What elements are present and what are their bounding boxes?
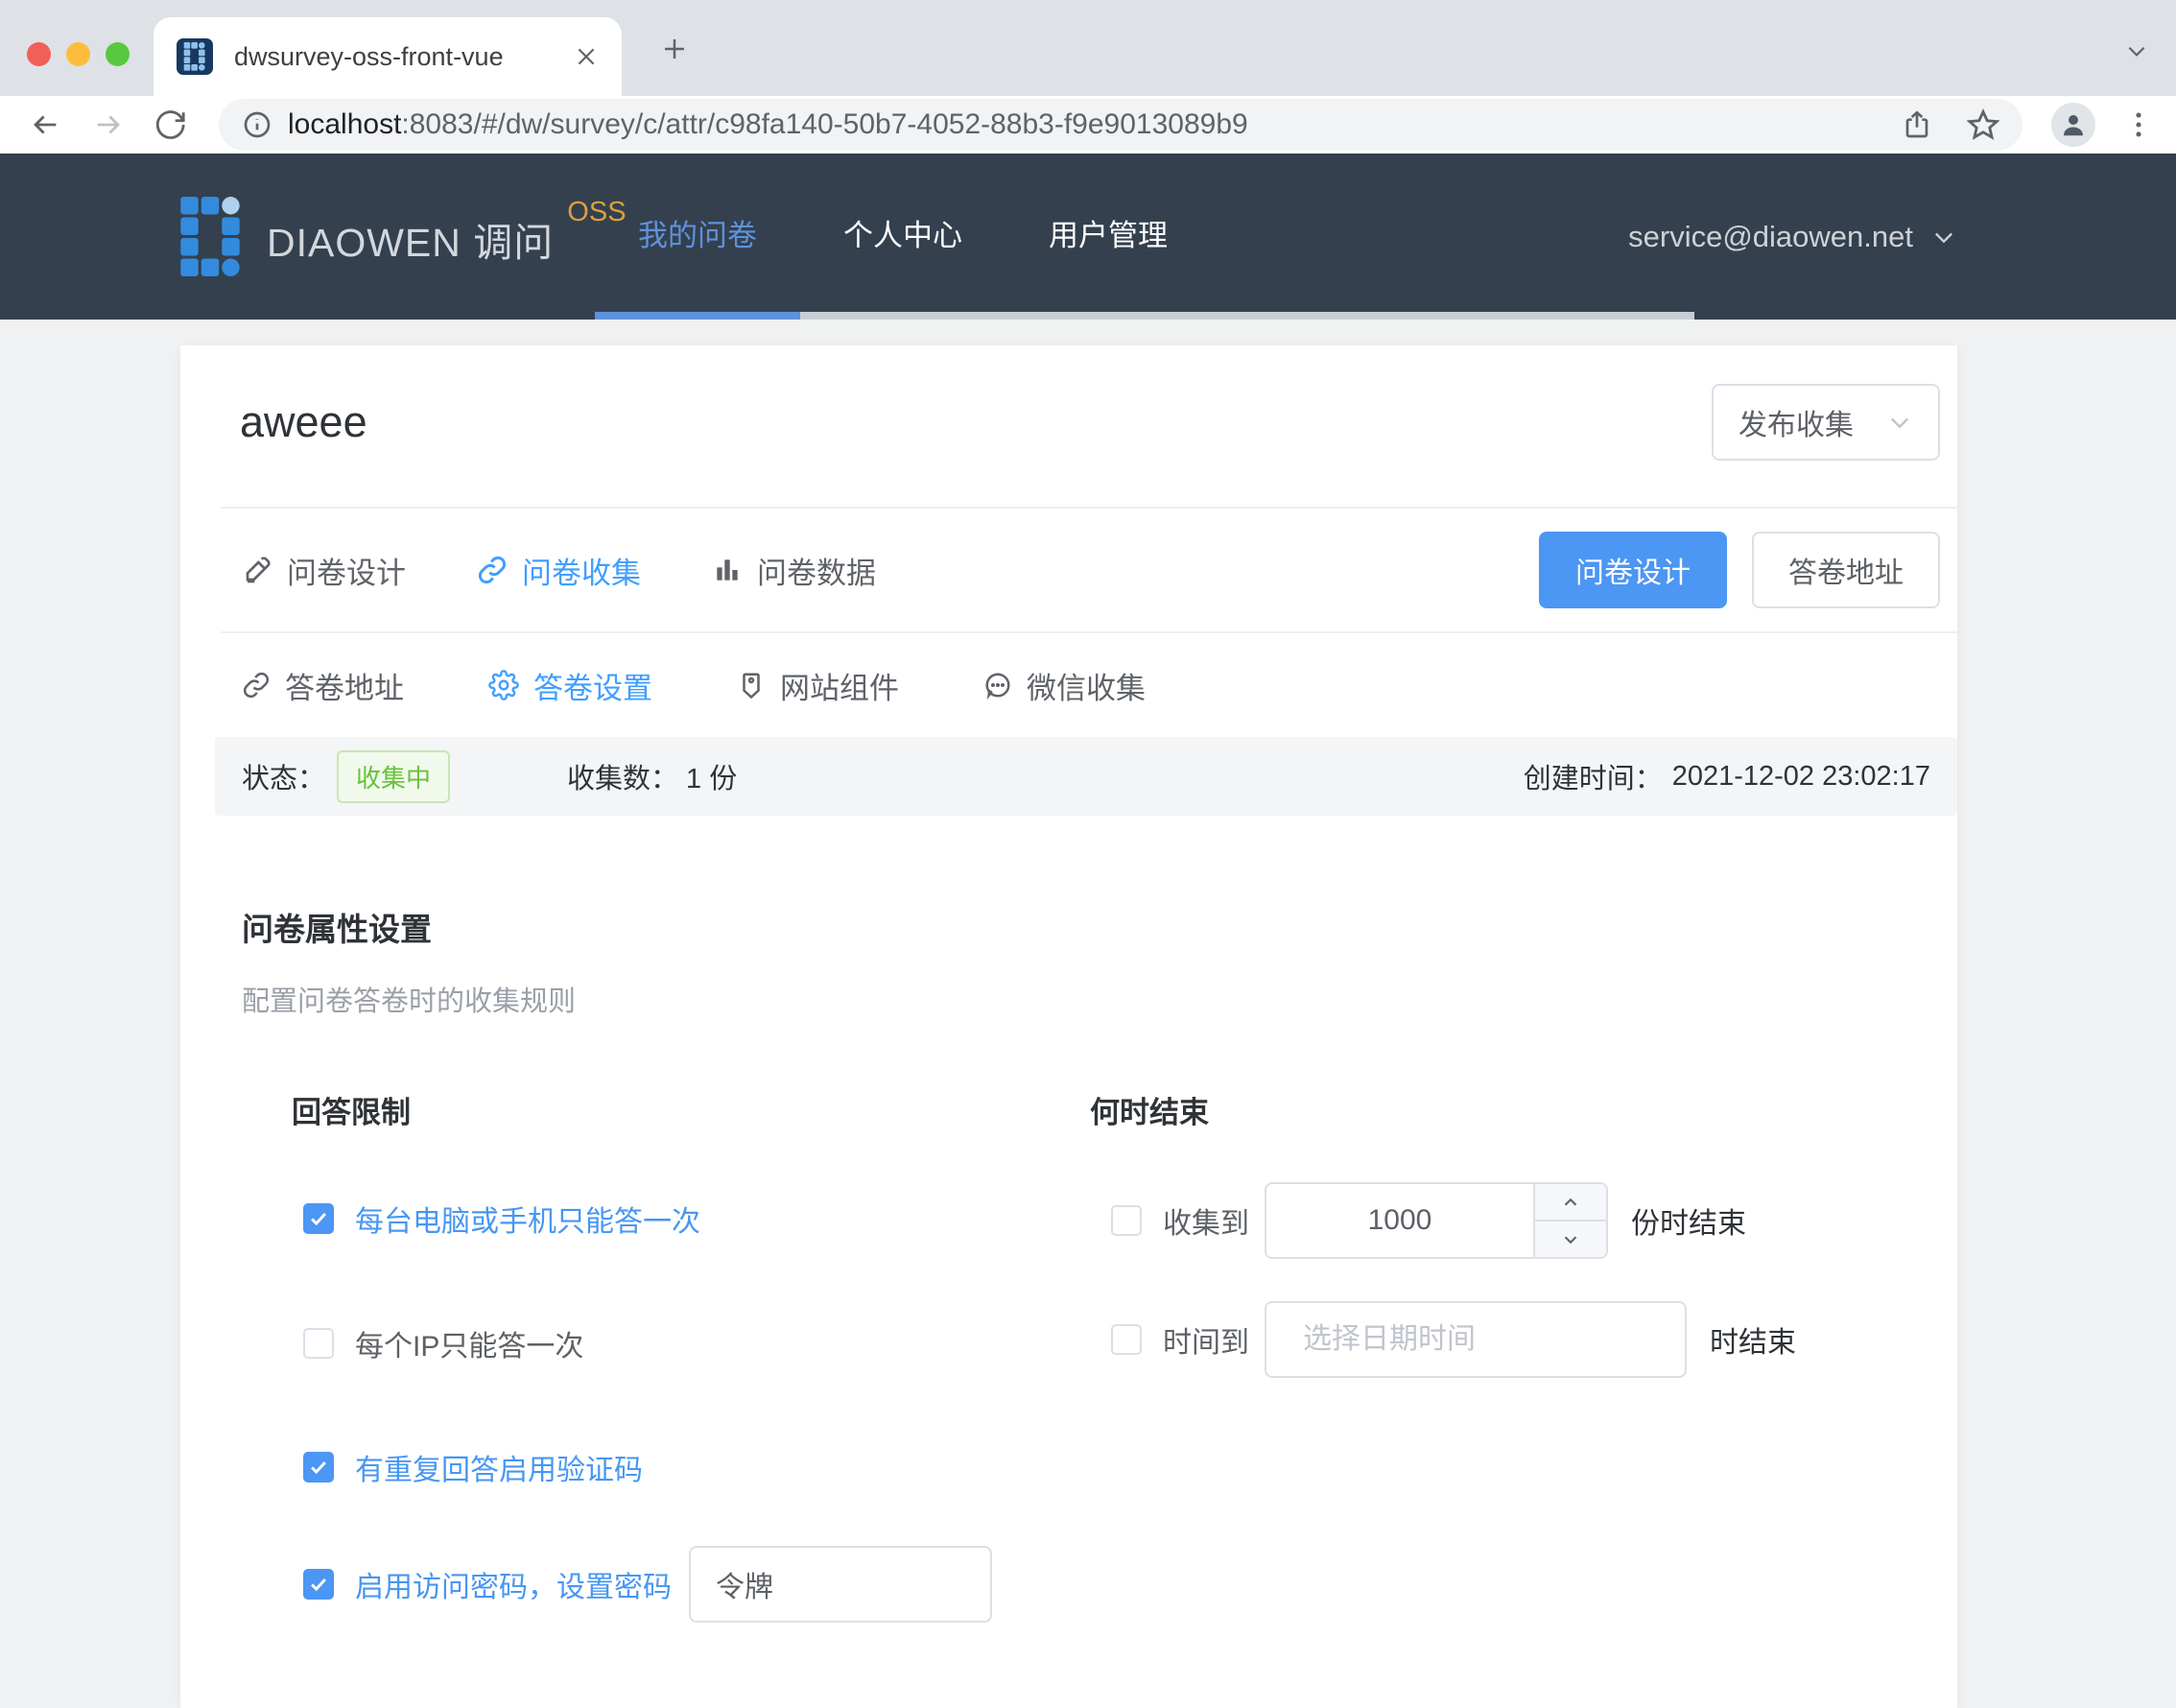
forward-button[interactable] — [92, 108, 125, 141]
chevron-down-icon — [1886, 409, 1913, 436]
answer-limit-heading: 回答限制 — [292, 1092, 1090, 1134]
address-bar[interactable]: localhost:8083/#/dw/survey/c/attr/c98fa1… — [219, 99, 2022, 151]
user-dropdown[interactable]: service@diaowen.net — [1628, 154, 1957, 320]
end-rules-heading: 何时结束 — [1090, 1092, 1957, 1134]
link-icon — [477, 555, 508, 585]
datetime-field[interactable] — [1303, 1323, 1673, 1356]
tab-list-chevron-icon[interactable] — [2124, 38, 2149, 63]
browser-profile-avatar[interactable] — [2051, 103, 2095, 147]
checkbox-one-device[interactable] — [303, 1203, 334, 1234]
collect-count-value: 1 份 — [686, 756, 737, 796]
option-end-by-time: 时间到 时结束 — [1111, 1301, 1957, 1378]
user-email: service@diaowen.net — [1628, 220, 1913, 254]
datetime-picker[interactable] — [1265, 1301, 1687, 1378]
survey-tabs: 问卷设计 问卷收集 问卷数据 问卷设计 答卷地址 — [180, 509, 1957, 631]
chevron-up-icon — [1560, 1192, 1581, 1213]
check-icon — [308, 1208, 329, 1229]
tab-close-icon[interactable] — [574, 44, 599, 69]
checkbox-password[interactable] — [303, 1569, 334, 1600]
tag-icon — [737, 671, 766, 700]
survey-design-button[interactable]: 问卷设计 — [1539, 532, 1727, 608]
tab-survey-design[interactable]: 问卷设计 — [242, 549, 406, 592]
subtab-answer-url[interactable]: 答卷地址 — [242, 664, 404, 707]
main-menu: 我的问卷 个人中心 用户管理 — [595, 154, 1211, 312]
survey-card: aweee 发布收集 问卷设计 问卷收集 问卷数据 — [180, 345, 1957, 1708]
chat-bubble-icon — [983, 671, 1012, 700]
collect-subtabs: 答卷地址 答卷设置 网站组件 微信收集 — [180, 633, 1957, 737]
new-tab-button[interactable] — [660, 35, 689, 63]
pencil-icon — [242, 555, 272, 585]
count-number-input — [1265, 1182, 1608, 1259]
share-icon[interactable] — [1902, 109, 1932, 140]
bookmark-star-icon[interactable] — [1967, 108, 1999, 141]
check-icon — [308, 1457, 329, 1478]
app-navbar: DIAOWEN 调问 OSS 我的问卷 个人中心 用户管理 service@di… — [0, 154, 2176, 320]
answer-url-button[interactable]: 答卷地址 — [1752, 532, 1940, 608]
number-spinner — [1533, 1184, 1606, 1257]
survey-title: aweee — [240, 397, 367, 447]
section-description: 配置问卷答卷时的收集规则 — [242, 979, 1957, 1019]
back-button[interactable] — [29, 108, 61, 141]
chevron-down-icon — [1930, 224, 1957, 250]
menu-item-my-surveys[interactable]: 我的问卷 — [595, 154, 800, 312]
password-input[interactable] — [689, 1546, 992, 1623]
tab-title: dwsurvey-oss-front-vue — [234, 42, 560, 72]
chevron-down-icon — [1560, 1229, 1581, 1250]
reload-button[interactable] — [154, 108, 186, 141]
browser-toolbar: localhost:8083/#/dw/survey/c/attr/c98fa1… — [0, 96, 2176, 154]
check-icon — [308, 1574, 329, 1595]
option-one-ip: 每个IP只能答一次 — [303, 1322, 1090, 1364]
site-info-icon[interactable] — [242, 109, 272, 140]
subtab-answer-settings[interactable]: 答卷设置 — [488, 664, 652, 707]
checkbox-one-ip[interactable] — [303, 1328, 334, 1359]
checkbox-end-by-time[interactable] — [1111, 1324, 1142, 1355]
publish-select[interactable]: 发布收集 — [1712, 384, 1940, 461]
menu-active-underline — [595, 312, 800, 320]
created-time-label: 创建时间： — [1524, 756, 1663, 796]
option-one-device: 每台电脑或手机只能答一次 — [303, 1198, 1090, 1240]
time-suffix: 时结束 — [1710, 1318, 1796, 1361]
tab-survey-data[interactable]: 问卷数据 — [712, 549, 876, 592]
gear-icon — [488, 670, 519, 700]
created-time-value: 2021-12-02 23:02:17 — [1672, 761, 1930, 793]
collect-count-label: 收集数： — [567, 756, 678, 796]
menu-item-profile[interactable]: 个人中心 — [800, 154, 1005, 312]
link-icon — [242, 671, 271, 700]
spinner-up-button[interactable] — [1535, 1184, 1606, 1222]
section-title: 问卷属性设置 — [242, 904, 1957, 950]
close-window-button[interactable] — [27, 42, 51, 66]
bar-chart-icon — [712, 555, 743, 585]
option-captcha: 有重复回答启用验证码 — [303, 1446, 1090, 1488]
url-text: localhost:8083/#/dw/survey/c/attr/c98fa1… — [288, 108, 1248, 141]
window-controls[interactable] — [27, 42, 130, 66]
count-suffix: 份时结束 — [1631, 1199, 1746, 1242]
menu-item-user-admin[interactable]: 用户管理 — [1005, 154, 1211, 312]
diaowen-logo-icon — [180, 197, 242, 277]
browser-menu-icon[interactable] — [2122, 108, 2155, 141]
status-bar: 状态： 收集中 收集数： 1 份 创建时间： 2021-12-02 23:02:… — [215, 737, 1957, 816]
favicon — [177, 38, 213, 75]
maximize-window-button[interactable] — [106, 42, 130, 66]
browser-tabstrip: dwsurvey-oss-front-vue — [0, 0, 2176, 96]
subtab-site-widget[interactable]: 网站组件 — [737, 664, 899, 707]
checkbox-captcha[interactable] — [303, 1452, 334, 1483]
status-badge: 收集中 — [337, 750, 450, 803]
spinner-down-button[interactable] — [1535, 1222, 1606, 1257]
option-end-by-count: 收集到 份时结束 — [1111, 1182, 1957, 1259]
tab-survey-collect[interactable]: 问卷收集 — [477, 549, 641, 592]
checkbox-end-by-count[interactable] — [1111, 1205, 1142, 1236]
status-label: 状态： — [242, 756, 325, 796]
subtab-wechat-collect[interactable]: 微信收集 — [983, 664, 1146, 707]
brand-name: DIAOWEN 调问 — [267, 210, 554, 268]
option-password: 启用访问密码，设置密码 — [303, 1546, 1090, 1623]
minimize-window-button[interactable] — [66, 42, 90, 66]
browser-tab[interactable]: dwsurvey-oss-front-vue — [154, 17, 622, 96]
brand[interactable]: DIAOWEN 调问 OSS — [180, 197, 627, 277]
